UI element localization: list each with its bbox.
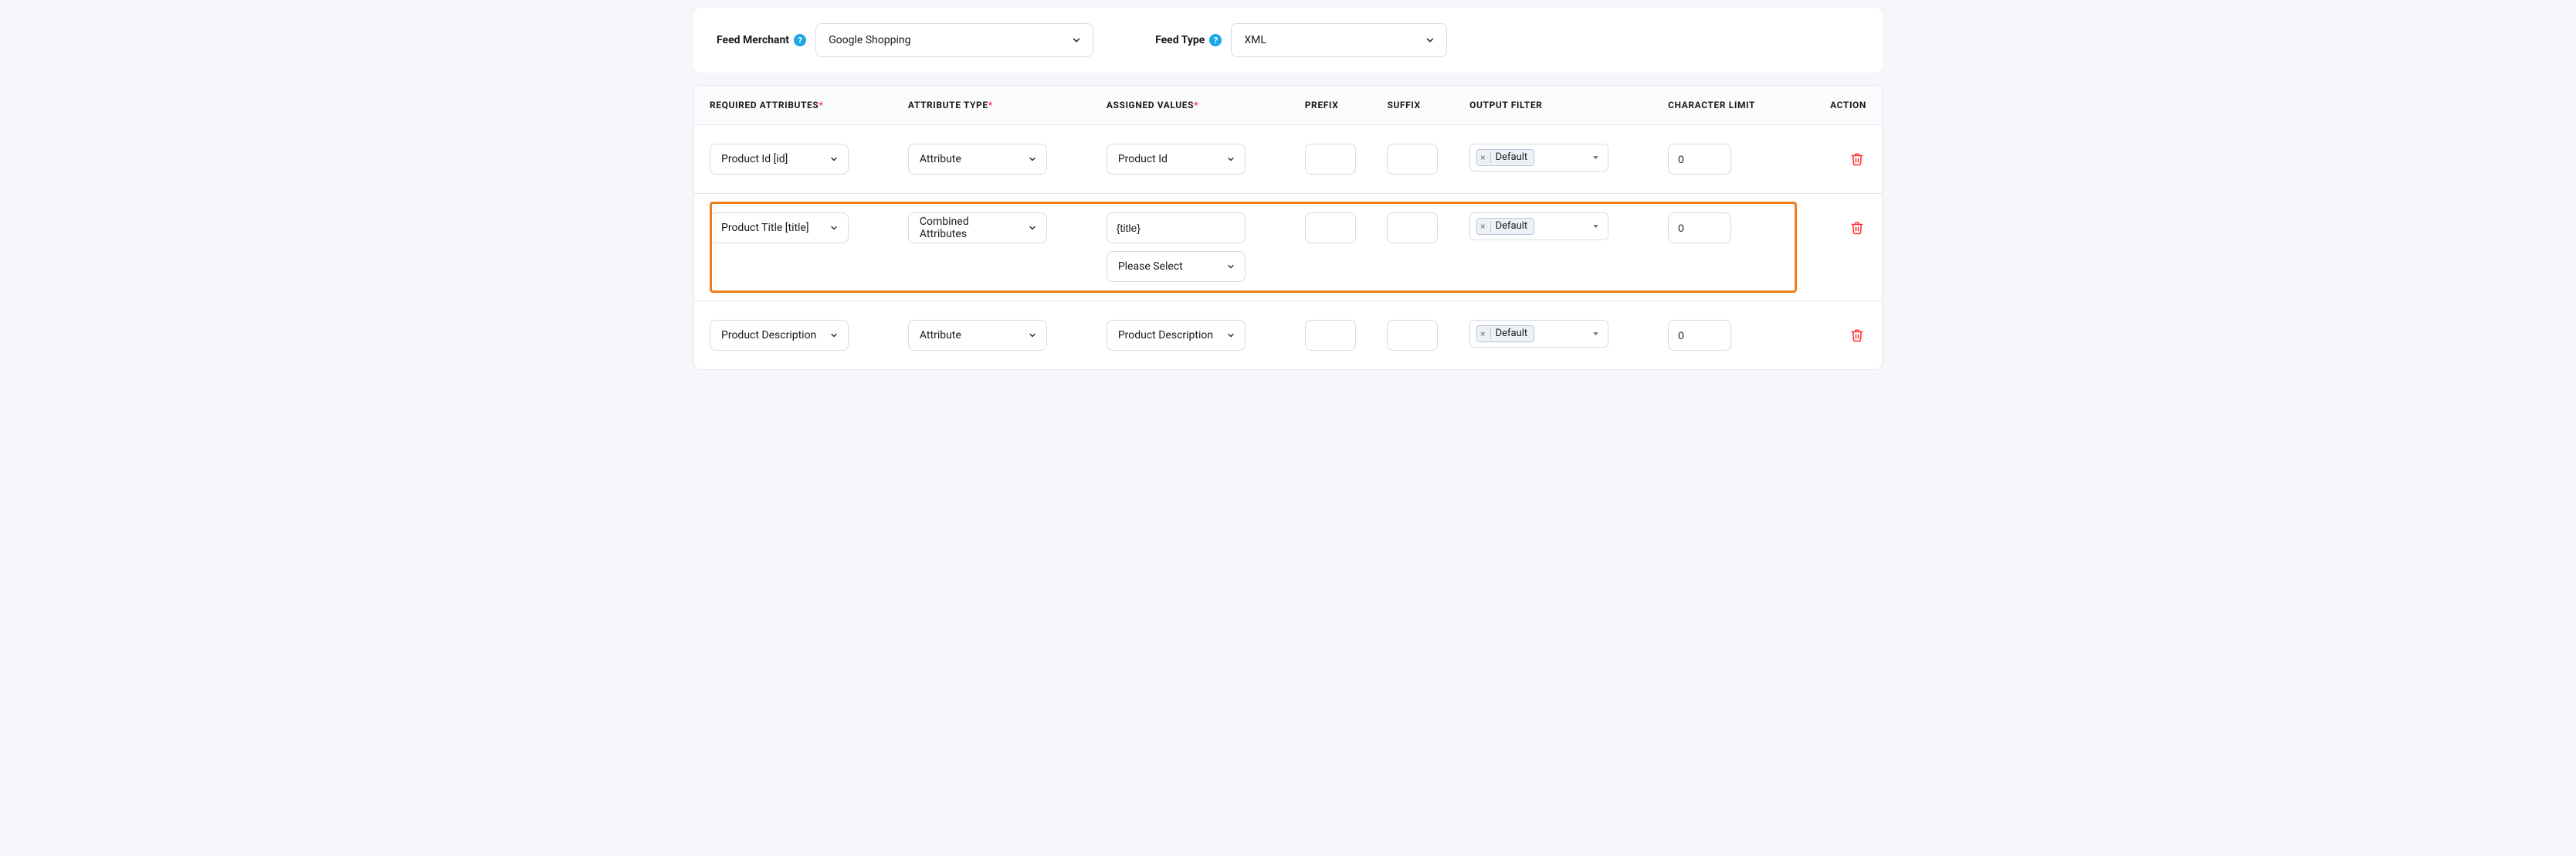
trash-icon bbox=[1850, 328, 1864, 342]
feed-config-panel: Feed Merchant ? Google Shopping Feed Typ… bbox=[693, 8, 1883, 73]
help-icon[interactable]: ? bbox=[1209, 34, 1222, 46]
assigned-values-text-input[interactable] bbox=[1117, 222, 1235, 234]
prefix-input-wrapper bbox=[1305, 144, 1356, 175]
attribute-type-value: Attribute bbox=[920, 329, 961, 341]
chevron-down-icon bbox=[1591, 154, 1600, 162]
required-attribute-select[interactable]: Product Description [description] bbox=[710, 320, 849, 351]
table-row: Product Title [title] Combined Attribute… bbox=[694, 194, 1882, 301]
output-filter-select[interactable]: × Default bbox=[1469, 320, 1608, 348]
assigned-values-select[interactable]: Product Id bbox=[1107, 144, 1246, 175]
required-attribute-value: Product Id [id] bbox=[721, 153, 788, 165]
chevron-down-icon bbox=[1028, 223, 1037, 233]
feed-type-label: Feed Type ? bbox=[1155, 34, 1222, 46]
chevron-down-icon bbox=[829, 155, 839, 164]
prefix-input[interactable] bbox=[1315, 222, 1346, 234]
required-attribute-value: Product Description [description] bbox=[721, 329, 817, 341]
attribute-type-select[interactable]: Attribute bbox=[908, 320, 1047, 351]
feed-type-select[interactable]: XML bbox=[1231, 23, 1447, 57]
char-limit-input-wrapper bbox=[1668, 212, 1731, 243]
assigned-values-extra-value: Please Select bbox=[1118, 260, 1183, 273]
remove-tag-icon[interactable]: × bbox=[1480, 152, 1490, 163]
attribute-type-select[interactable]: Combined Attributes bbox=[908, 212, 1047, 243]
suffix-input-wrapper bbox=[1387, 320, 1438, 351]
feed-type-field: Feed Type ? XML bbox=[1155, 23, 1447, 57]
table-row: Product Description [description] Attrib… bbox=[694, 301, 1882, 369]
header-action: ACTION bbox=[1805, 100, 1866, 110]
chevron-down-icon bbox=[1591, 330, 1600, 338]
assigned-values-extra-select[interactable]: Please Select bbox=[1107, 251, 1246, 282]
filter-tag: × Default bbox=[1476, 325, 1534, 342]
prefix-input-wrapper bbox=[1305, 320, 1356, 351]
required-attribute-select[interactable]: Product Id [id] bbox=[710, 144, 849, 175]
chevron-down-icon bbox=[1425, 35, 1435, 46]
filter-tag-label: Default bbox=[1496, 328, 1528, 340]
header-assigned-values: ASSIGNED VALUES* bbox=[1107, 100, 1305, 110]
header-attribute-type: ATTRIBUTE TYPE* bbox=[908, 100, 1107, 110]
chevron-down-icon bbox=[1226, 155, 1235, 164]
chevron-down-icon bbox=[1028, 331, 1037, 340]
feed-merchant-value: Google Shopping bbox=[829, 34, 910, 46]
suffix-input[interactable] bbox=[1397, 222, 1428, 234]
character-limit-input[interactable] bbox=[1678, 329, 1721, 341]
header-prefix: PREFIX bbox=[1305, 100, 1388, 110]
required-attribute-value: Product Title [title] bbox=[721, 222, 809, 234]
feed-type-label-text: Feed Type bbox=[1155, 34, 1205, 46]
filter-tag-label: Default bbox=[1496, 220, 1528, 233]
attributes-table: REQUIRED ATTRIBUTES* ATTRIBUTE TYPE* ASS… bbox=[693, 85, 1883, 370]
suffix-input[interactable] bbox=[1397, 153, 1428, 165]
header-suffix: SUFFIX bbox=[1387, 100, 1469, 110]
chevron-down-icon bbox=[1591, 222, 1600, 231]
feed-type-value: XML bbox=[1244, 34, 1266, 46]
trash-icon bbox=[1850, 152, 1864, 166]
required-attribute-select[interactable]: Product Title [title] bbox=[710, 212, 849, 243]
char-limit-input-wrapper bbox=[1668, 144, 1731, 175]
header-output-filter: OUTPUT FILTER bbox=[1469, 100, 1668, 110]
prefix-input[interactable] bbox=[1315, 329, 1346, 341]
char-limit-input-wrapper bbox=[1668, 320, 1731, 351]
feed-merchant-select[interactable]: Google Shopping bbox=[815, 23, 1093, 57]
output-filter-select[interactable]: × Default bbox=[1469, 144, 1608, 172]
attribute-type-value: Combined Attributes bbox=[920, 216, 1015, 240]
prefix-input[interactable] bbox=[1315, 153, 1346, 165]
remove-tag-icon[interactable]: × bbox=[1480, 328, 1490, 339]
filter-tag: × Default bbox=[1476, 218, 1534, 235]
attribute-type-select[interactable]: Attribute bbox=[908, 144, 1047, 175]
help-icon[interactable]: ? bbox=[794, 34, 806, 46]
chevron-down-icon bbox=[829, 331, 839, 340]
delete-row-button[interactable] bbox=[1848, 326, 1866, 345]
feed-merchant-label-text: Feed Merchant bbox=[717, 34, 789, 46]
suffix-input[interactable] bbox=[1397, 329, 1428, 341]
header-character-limit: CHARACTER LIMIT bbox=[1668, 100, 1805, 110]
assigned-values-select[interactable]: Product Description bbox=[1107, 320, 1246, 351]
prefix-input-wrapper bbox=[1305, 212, 1356, 243]
delete-row-button[interactable] bbox=[1848, 219, 1866, 237]
feed-merchant-field: Feed Merchant ? Google Shopping bbox=[717, 23, 1093, 57]
trash-icon bbox=[1850, 221, 1864, 235]
table-row: Product Id [id] Attribute Product Id bbox=[694, 125, 1882, 194]
suffix-input-wrapper bbox=[1387, 212, 1438, 243]
character-limit-input[interactable] bbox=[1678, 222, 1721, 234]
chevron-down-icon bbox=[829, 223, 839, 233]
output-filter-select[interactable]: × Default bbox=[1469, 212, 1608, 240]
assigned-values-value: Product Description bbox=[1118, 329, 1213, 341]
remove-tag-icon[interactable]: × bbox=[1480, 221, 1490, 232]
table-header: REQUIRED ATTRIBUTES* ATTRIBUTE TYPE* ASS… bbox=[694, 86, 1882, 125]
filter-tag-label: Default bbox=[1496, 151, 1528, 164]
delete-row-button[interactable] bbox=[1848, 150, 1866, 168]
header-required-attributes: REQUIRED ATTRIBUTES* bbox=[710, 100, 908, 110]
assigned-values-value: Product Id bbox=[1118, 153, 1168, 165]
feed-merchant-label: Feed Merchant ? bbox=[717, 34, 806, 46]
attribute-type-value: Attribute bbox=[920, 153, 961, 165]
character-limit-input[interactable] bbox=[1678, 153, 1721, 165]
assigned-values-text-wrapper bbox=[1107, 212, 1246, 243]
chevron-down-icon bbox=[1028, 155, 1037, 164]
filter-tag: × Default bbox=[1476, 149, 1534, 166]
chevron-down-icon bbox=[1226, 331, 1235, 340]
suffix-input-wrapper bbox=[1387, 144, 1438, 175]
chevron-down-icon bbox=[1071, 35, 1082, 46]
chevron-down-icon bbox=[1226, 262, 1235, 271]
